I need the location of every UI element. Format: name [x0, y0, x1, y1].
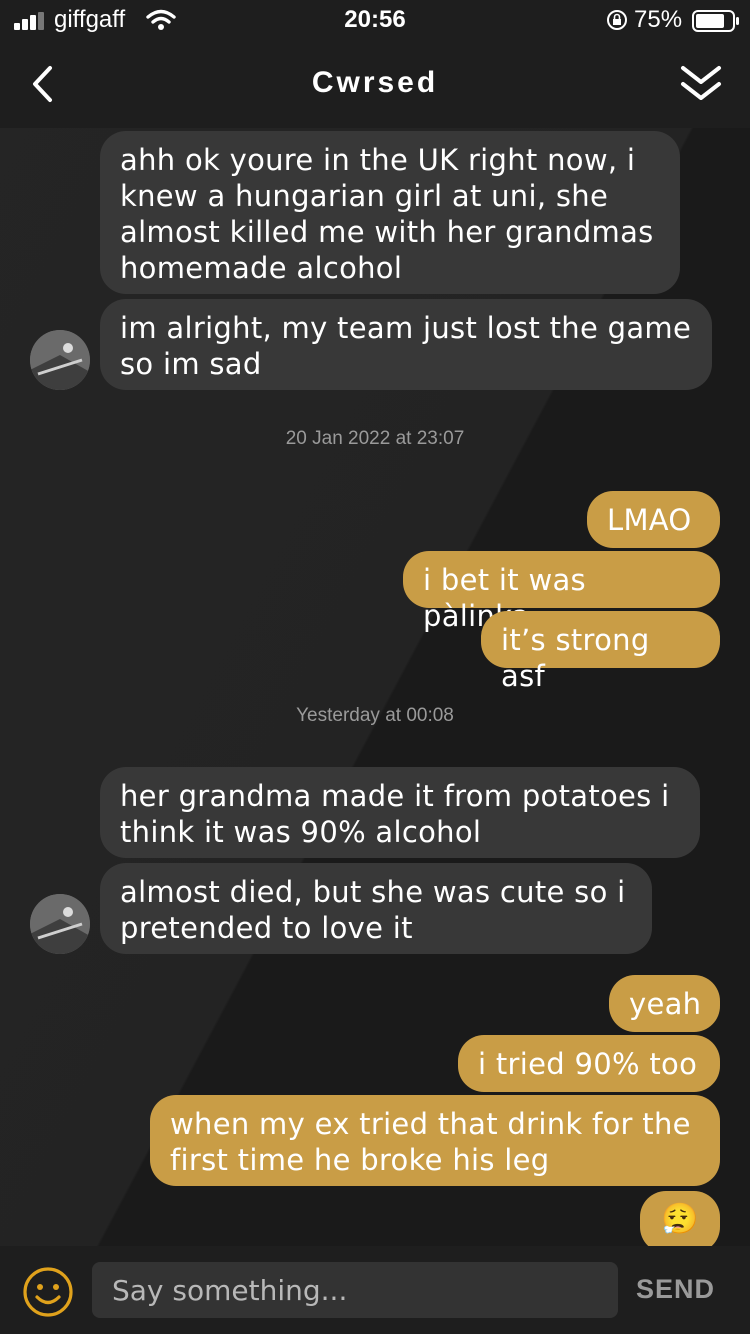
- message-bubble-outgoing[interactable]: LMAO: [587, 491, 720, 548]
- contact-name[interactable]: Cwrsed: [0, 66, 750, 100]
- message-bubble-outgoing[interactable]: it’s strong asf: [481, 611, 720, 693]
- message-input[interactable]: [92, 1262, 618, 1318]
- status-bar: giffgaff 20:56 75%: [0, 0, 750, 40]
- composer-bar: SEND: [0, 1246, 750, 1334]
- message-bubble-outgoing[interactable]: when my ex tried that drink for the firs…: [150, 1095, 720, 1186]
- battery-icon: [692, 10, 739, 32]
- message-bubble-incoming[interactable]: ahh ok youre in the UK right now, i knew…: [100, 131, 680, 294]
- message-bubble-outgoing[interactable]: i tried 90% too: [458, 1035, 720, 1092]
- battery-percentage: 75%: [634, 6, 683, 33]
- message-bubble-incoming[interactable]: almost died, but she was cute so i prete…: [100, 863, 652, 954]
- message-bubble-incoming[interactable]: im alright, my team just lost the game s…: [100, 299, 712, 390]
- message-bubble-outgoing[interactable]: yeah: [609, 975, 720, 1032]
- message-bubble-incoming[interactable]: her grandma made it from potatoes i thin…: [100, 767, 700, 858]
- contact-avatar[interactable]: [30, 330, 90, 390]
- contact-avatar[interactable]: [30, 894, 90, 954]
- timestamp: 20 Jan 2022 at 23:07: [285, 428, 465, 449]
- message-bubble-outgoing[interactable]: i bet it was pàlinka: [403, 551, 720, 633]
- double-chevron-down-icon[interactable]: [678, 62, 724, 106]
- message-list[interactable]: ahh ok youre in the UK right now, i knew…: [0, 128, 750, 1246]
- message-bubble-outgoing[interactable]: 😮‍💨: [640, 1191, 720, 1246]
- avatar-image: [30, 330, 90, 390]
- send-button[interactable]: SEND: [636, 1274, 715, 1305]
- smiley-icon[interactable]: [22, 1266, 74, 1318]
- avatar-image: [30, 894, 90, 954]
- rotation-lock-icon: [607, 10, 627, 30]
- timestamp: Yesterday at 00:08: [296, 705, 454, 726]
- conversation-header: Cwrsed: [0, 40, 750, 128]
